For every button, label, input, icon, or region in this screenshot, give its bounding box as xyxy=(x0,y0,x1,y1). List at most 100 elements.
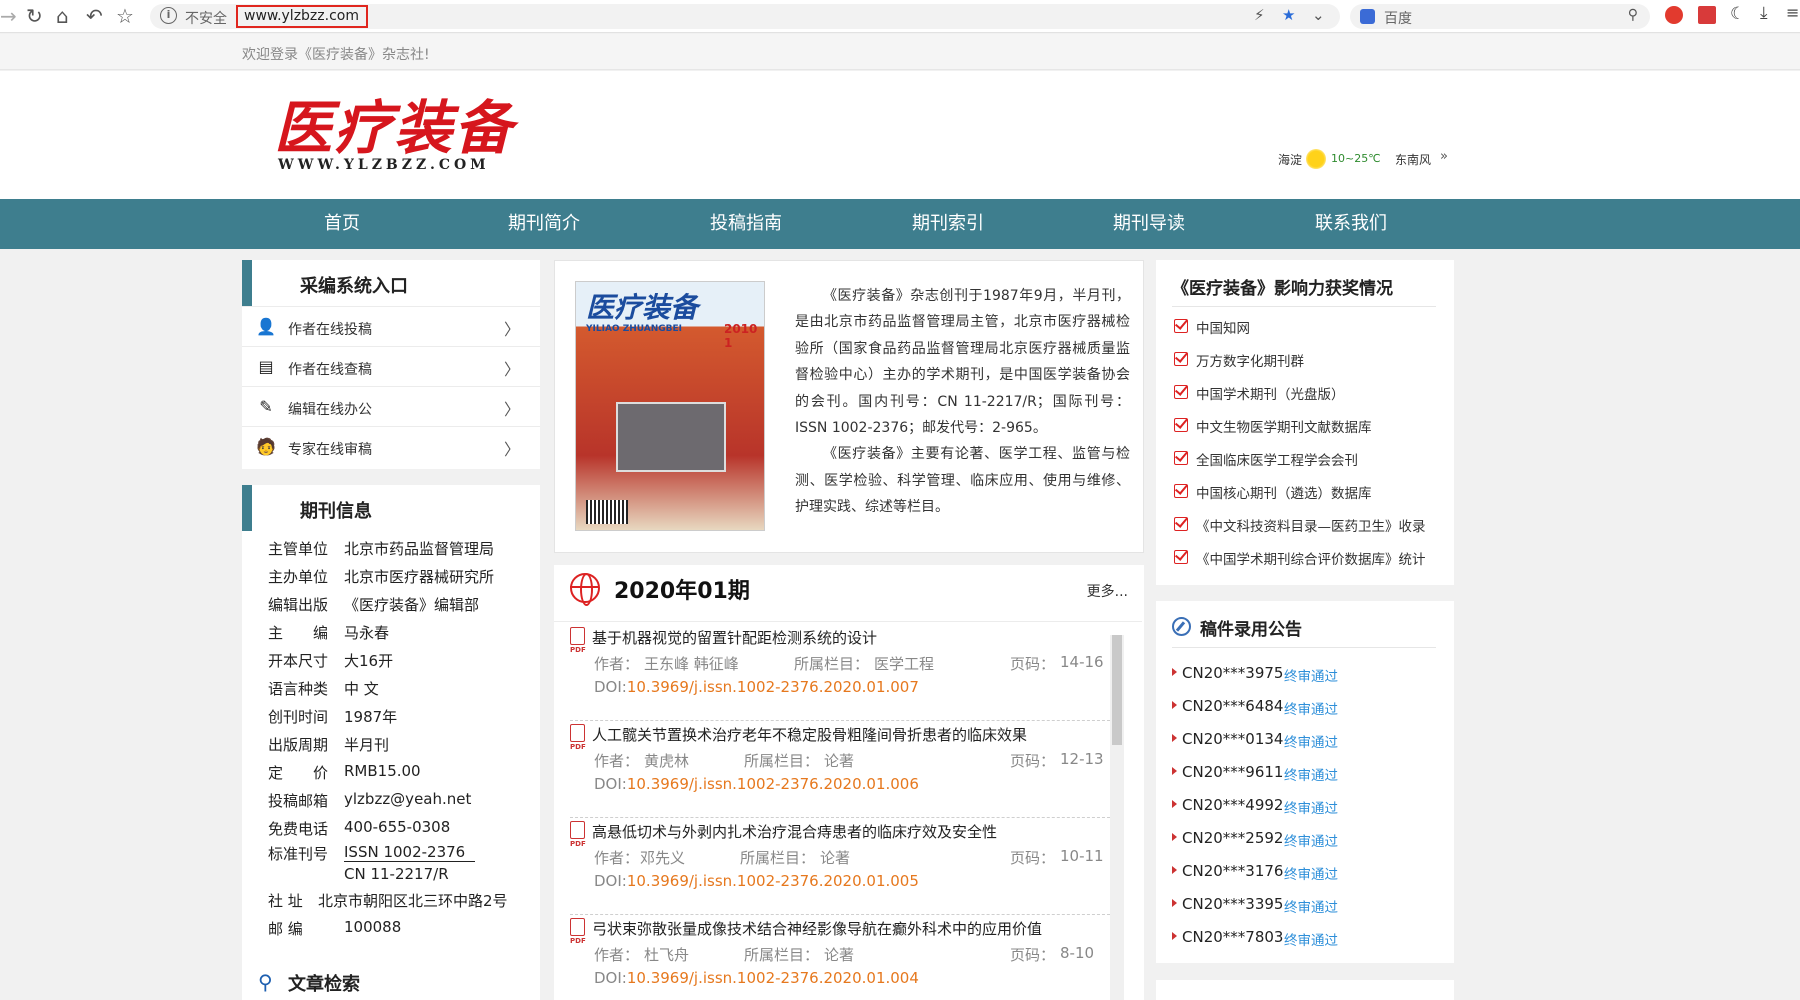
sys-author-submit[interactable]: 👤 作者在线投稿 〉 xyxy=(242,306,540,346)
welcome-strip: 欢迎登录《医疗装备》杂志社! xyxy=(0,34,1800,70)
address-bar[interactable]: i 不安全 www.ylzbzz.com ⚡ ★ ⌄ xyxy=(150,4,1340,29)
manuscript-code: CN20***7803 xyxy=(1182,928,1284,946)
notice-status[interactable]: 终审通过 xyxy=(1284,896,1338,916)
nav-journal-guide[interactable]: 期刊导读 xyxy=(1049,199,1249,249)
info-value: 400-655-0308 xyxy=(344,818,451,836)
info-key: 标准刊号 xyxy=(268,845,329,863)
article-title[interactable]: 弓状束弥散张量成像技术结合神经影像导航在癫外科术中的应用价值 xyxy=(592,918,1042,939)
chevron-right-icon: 〉 xyxy=(503,320,520,339)
sys-expert-review[interactable]: 🧑 专家在线审稿 〉 xyxy=(242,426,540,466)
article-title[interactable]: 高悬低切术与外剥内扎术治疗混合痔患者的临床疗效及安全性 xyxy=(592,821,997,842)
reload-icon[interactable]: ↻ xyxy=(26,4,43,28)
manuscript-code: CN20***0134 xyxy=(1182,730,1284,748)
article-pages: 10-11 xyxy=(1060,847,1104,865)
nav-submission-guide[interactable]: 投稿指南 xyxy=(646,199,846,249)
bullet-icon xyxy=(1172,932,1177,940)
info-value: 大16开 xyxy=(344,652,394,670)
doi-link[interactable]: 10.3969/j.issn.1002-2376.2020.01.005 xyxy=(627,872,919,890)
awards-panel: 《医疗装备》影响力获奖情况 中国知网 万方数字化期刊群 中国学术期刊（光盘版） … xyxy=(1156,260,1454,585)
search-icon[interactable]: ⚲ xyxy=(1628,7,1638,23)
star-outline-icon[interactable]: ☆ xyxy=(116,4,134,28)
info-value: 马永春 xyxy=(344,624,390,642)
nav-contact[interactable]: 联系我们 xyxy=(1251,199,1451,249)
double-chevron-icon[interactable]: » xyxy=(1440,149,1448,164)
info-key: 出版周期 xyxy=(268,736,329,754)
author-label: 作者： xyxy=(594,946,640,964)
manuscript-code: CN20***2592 xyxy=(1182,829,1284,847)
notice-status[interactable]: 终审通过 xyxy=(1284,797,1338,817)
pdf-extension-icon[interactable] xyxy=(1698,6,1716,24)
bullet-icon xyxy=(1172,734,1177,742)
manuscript-code: CN20***9611 xyxy=(1182,763,1284,781)
issue-title: 2020年01期 xyxy=(614,579,750,604)
cover-issue: 2010 1 xyxy=(724,322,758,350)
notice-status[interactable]: 终审通过 xyxy=(1284,698,1338,718)
manuscript-code: CN20***6484 xyxy=(1182,697,1284,715)
bookmark-star-icon[interactable]: ★ xyxy=(1282,6,1295,24)
expert-review-icon: 🧑 xyxy=(256,437,276,456)
notice-status[interactable]: 终审通过 xyxy=(1284,764,1338,784)
sys-author-check[interactable]: ▤ 作者在线查稿 〉 xyxy=(242,346,540,386)
doi-link[interactable]: 10.3969/j.issn.1002-2376.2020.01.006 xyxy=(627,775,919,793)
globe-icon xyxy=(570,573,600,606)
column-label: 所属栏目： xyxy=(740,849,816,867)
forward-icon[interactable]: → xyxy=(0,4,17,28)
search-icon[interactable]: ⚲ xyxy=(258,970,273,994)
browser-toolbar: → ↻ ⌂ ↶ ☆ i 不安全 www.ylzbzz.com ⚡ ★ ⌄ 百度 … xyxy=(0,0,1800,33)
sys-editor-office[interactable]: ✎ 编辑在线办公 〉 xyxy=(242,386,540,426)
home-icon[interactable]: ⌂ xyxy=(56,4,69,28)
lightning-icon[interactable]: ⚡ xyxy=(1254,6,1265,24)
intro-paragraph-1: 《医疗装备》杂志创刊于1987年9月，半月刊，是由北京市药品监督管理局主管，北京… xyxy=(795,288,1130,437)
chevron-down-icon[interactable]: ⌄ xyxy=(1312,6,1325,24)
menu-icon[interactable]: ≡ xyxy=(1786,3,1800,22)
site-logo[interactable]: 医疗装备 xyxy=(274,81,514,165)
pdf-icon[interactable] xyxy=(570,918,586,945)
scrollbar-thumb[interactable] xyxy=(1112,635,1122,745)
notice-status[interactable]: 终审通过 xyxy=(1284,731,1338,751)
divider xyxy=(1172,647,1436,648)
pdf-icon[interactable] xyxy=(570,627,586,654)
info-value: CN 11-2217/R xyxy=(344,865,449,883)
pdf-icon[interactable] xyxy=(570,724,586,751)
sys-label: 作者在线查稿 xyxy=(288,362,372,378)
nav-journal-index[interactable]: 期刊索引 xyxy=(848,199,1048,249)
article-doi: DOI:10.3969/j.issn.1002-2376.2020.01.005 xyxy=(594,872,919,890)
night-mode-icon[interactable]: ☾ xyxy=(1730,4,1748,24)
intro-text: 《医疗装备》杂志创刊于1987年9月，半月刊，是由北京市药品监督管理局主管，北京… xyxy=(795,283,1130,521)
info-icon[interactable]: i xyxy=(160,7,177,24)
undo-icon[interactable]: ↶ xyxy=(86,4,103,28)
bullet-icon xyxy=(1172,866,1177,874)
nav-home[interactable]: 首页 xyxy=(242,199,442,249)
doi-label: DOI: xyxy=(594,678,627,696)
url-text[interactable]: www.ylzbzz.com xyxy=(236,5,368,28)
pdf-icon[interactable] xyxy=(570,821,586,848)
notice-status[interactable]: 终审通过 xyxy=(1284,863,1338,883)
article-title[interactable]: 基于机器视觉的留置针配距检测系统的设计 xyxy=(592,627,877,648)
info-key: 语言种类 xyxy=(268,680,329,698)
page-label: 页码： xyxy=(1010,849,1056,867)
nav-journal-intro[interactable]: 期刊简介 xyxy=(444,199,644,249)
more-link[interactable]: 更多... xyxy=(1087,581,1128,601)
notice-status[interactable]: 终审通过 xyxy=(1284,929,1338,949)
notice-status[interactable]: 终审通过 xyxy=(1284,830,1338,850)
divider xyxy=(554,621,1142,622)
doi-label: DOI: xyxy=(594,775,627,793)
info-value[interactable]: ylzbzz@yeah.net xyxy=(344,790,471,808)
article-authors: 黄虎林 xyxy=(644,752,690,770)
download-icon[interactable]: ⤓ xyxy=(1760,3,1778,23)
doi-link[interactable]: 10.3969/j.issn.1002-2376.2020.01.007 xyxy=(627,678,919,696)
article-list-scrollbar[interactable] xyxy=(1110,635,1124,1000)
page-label: 页码： xyxy=(1010,752,1056,770)
journal-cover-image[interactable]: 医疗装备 YILIAO ZHUANGBEI 2010 1 xyxy=(575,281,765,531)
divider xyxy=(1172,306,1436,307)
acceptance-notice-panel: 稿件录用公告 CN20***3975 终审通过 CN20***6484 终审通过 C… xyxy=(1156,601,1454,963)
article-title[interactable]: 人工髋关节置换术治疗老年不稳定股骨粗隆间骨折患者的临床效果 xyxy=(592,724,1027,745)
manuscript-code: CN20***3176 xyxy=(1182,862,1284,880)
doi-link[interactable]: 10.3969/j.issn.1002-2376.2020.01.004 xyxy=(627,969,919,987)
browser-search-box[interactable]: 百度 ⚲ xyxy=(1350,4,1650,29)
column-label: 所属栏目： xyxy=(794,655,870,673)
weibo-extension-icon[interactable] xyxy=(1665,6,1683,24)
notice-status[interactable]: 终审通过 xyxy=(1284,665,1338,685)
page-label: 页码： xyxy=(1010,655,1056,673)
bullet-icon xyxy=(1172,800,1177,808)
